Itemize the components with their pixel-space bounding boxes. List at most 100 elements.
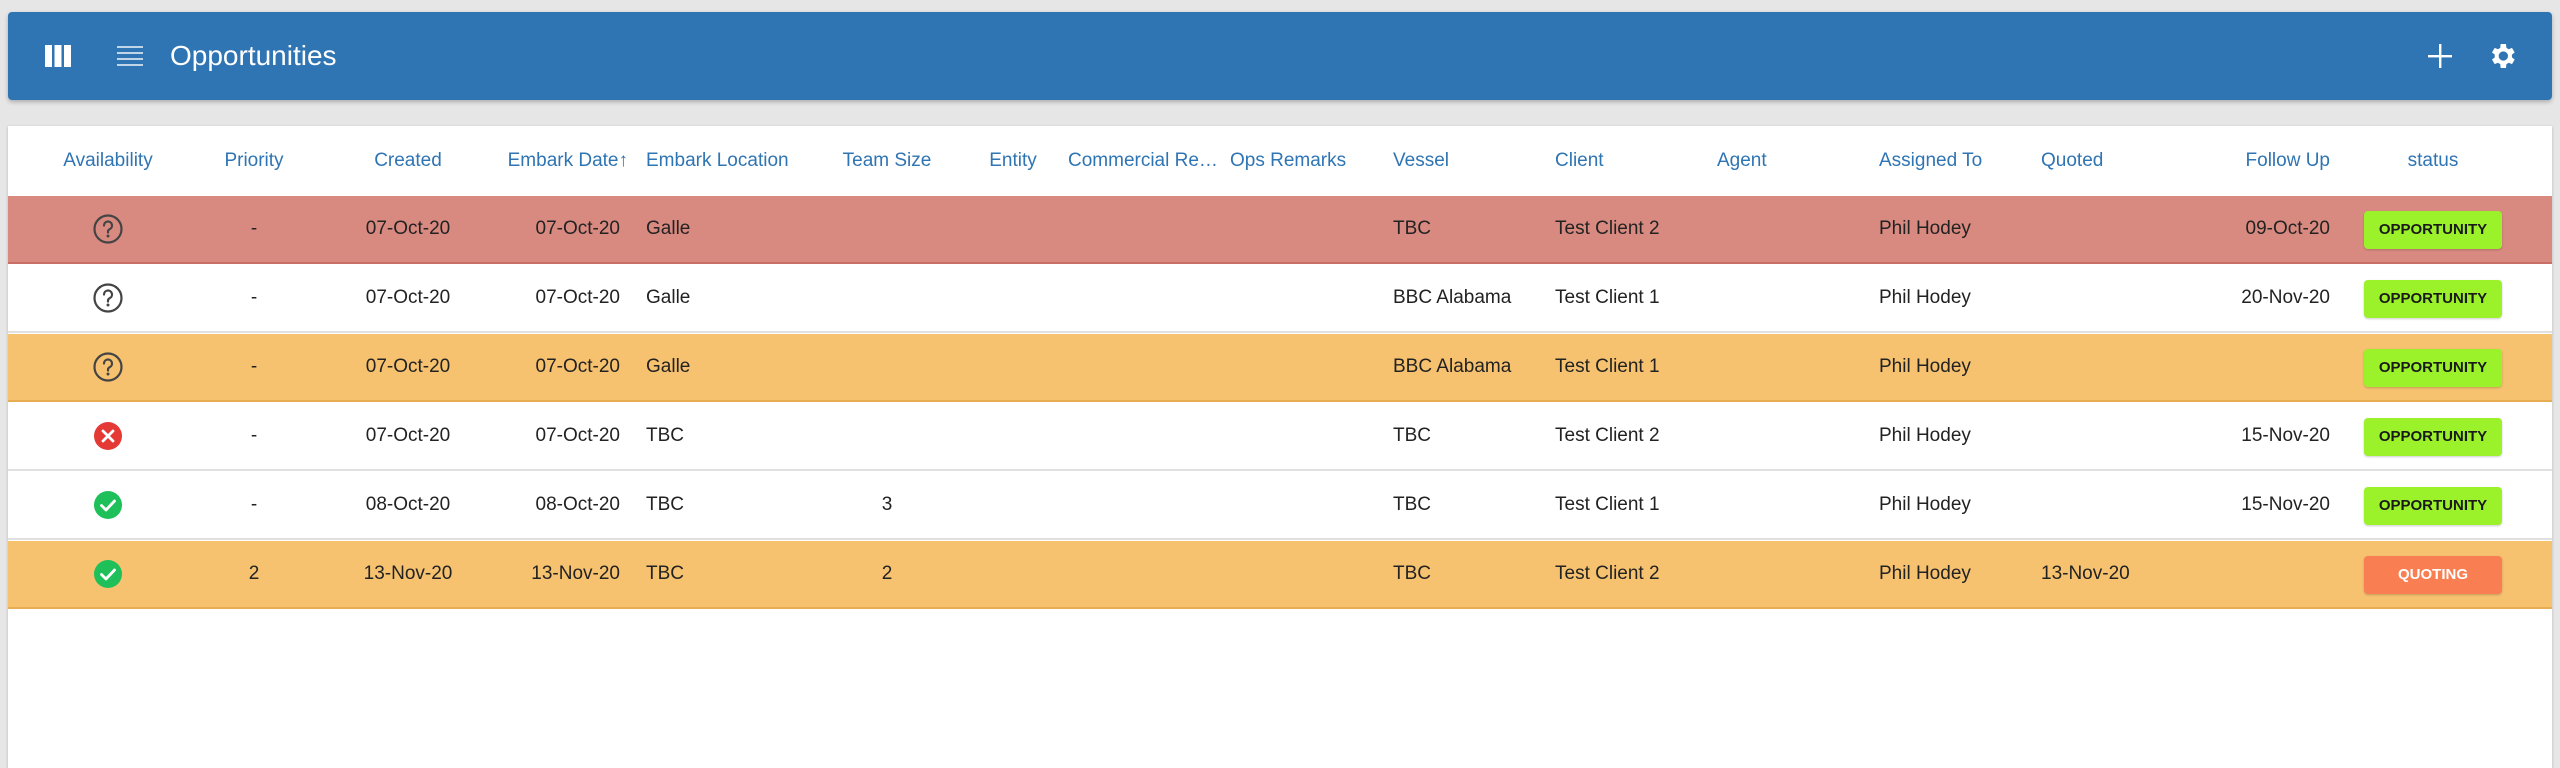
col-assigned-to[interactable]: Assigned To [1879, 126, 2039, 196]
cell-created: 08-Oct-20 [365, 494, 451, 515]
cell-client: Test Client 1 [1555, 287, 1660, 308]
status-badge[interactable]: OPPORTUNITY [2364, 487, 2502, 525]
cell-embark-location: TBC [646, 563, 684, 584]
col-entity[interactable]: Entity [968, 126, 1058, 196]
check-circle-icon [93, 490, 123, 520]
col-embark-date[interactable]: Embark Date↑ [488, 126, 628, 196]
cell-created: 07-Oct-20 [365, 356, 451, 377]
cell-follow-up: 20-Nov-20 [2241, 287, 2330, 308]
cell-vessel: BBC Alabama [1393, 356, 1512, 377]
cell-quoted [2041, 265, 2161, 331]
page-title: Opportunities [170, 40, 337, 71]
table-row[interactable]: - 07-Oct-20 07-Oct-20 Galle BBC Alabama Test … [8, 334, 2552, 402]
cell-assigned-to: Phil Hodey [1879, 494, 1971, 515]
cell-vessel: BBC Alabama [1393, 287, 1512, 308]
cell-availability [38, 334, 178, 400]
col-availability[interactable]: Availability [38, 126, 178, 196]
cell-ops-remarks [1230, 334, 1380, 400]
col-priority[interactable]: Priority [204, 126, 304, 196]
cell-priority: - [250, 494, 258, 515]
cell-ops-remarks [1230, 196, 1380, 262]
cell-embark-date: 08-Oct-20 [535, 494, 620, 515]
col-team-size[interactable]: Team Size [822, 126, 952, 196]
cell-vessel: TBC [1393, 563, 1431, 584]
x-circle-icon [93, 421, 123, 451]
cell-assigned-to: Phil Hodey [1879, 218, 1971, 239]
cell-availability [38, 541, 178, 607]
cell-client: Test Client 2 [1555, 218, 1660, 239]
table-row[interactable]: - 07-Oct-20 07-Oct-20 Galle BBC Alabama Test … [8, 265, 2552, 333]
cell-vessel: TBC [1393, 494, 1431, 515]
cell-entity [968, 472, 1058, 538]
col-client[interactable]: Client [1555, 126, 1695, 196]
col-ops-remarks[interactable]: Ops Remarks [1230, 126, 1380, 196]
table-row[interactable]: - 07-Oct-20 07-Oct-20 TBC TBC Test Client 2 Ph… [8, 403, 2552, 471]
cell-embark-date: 07-Oct-20 [535, 356, 620, 377]
status-badge[interactable]: OPPORTUNITY [2364, 211, 2502, 249]
col-embark-location[interactable]: Embark Location [646, 126, 826, 196]
col-status[interactable]: status [2364, 126, 2502, 196]
cell-created: 07-Oct-20 [365, 425, 451, 446]
cell-team-size: 2 [881, 563, 893, 584]
question-circle-icon [92, 351, 124, 383]
table-row[interactable]: 2 13-Nov-20 13-Nov-20 TBC 2 TBC Test Client 2 P… [8, 541, 2552, 609]
cell-entity [968, 403, 1058, 469]
list-view-icon[interactable] [100, 12, 160, 100]
cell-entity [968, 541, 1058, 607]
cell-embark-date: 07-Oct-20 [535, 218, 620, 239]
cell-assigned-to: Phil Hodey [1879, 425, 1971, 446]
cell-commercial-remarks [1068, 196, 1226, 262]
col-agent[interactable]: Agent [1717, 126, 1837, 196]
col-created[interactable]: Created [348, 126, 468, 196]
col-quoted[interactable]: Quoted [2041, 126, 2161, 196]
cell-team-size: 3 [881, 494, 893, 515]
table-header: Availability Priority Created Embark Dat… [8, 126, 2552, 197]
cell-agent [1717, 403, 1867, 469]
cell-team-size [822, 265, 952, 331]
status-badge[interactable]: OPPORTUNITY [2364, 418, 2502, 456]
cell-follow-up: 15-Nov-20 [2241, 494, 2330, 515]
table-row[interactable]: - 08-Oct-20 08-Oct-20 TBC 3 TBC Test Client 1 P… [8, 472, 2552, 540]
col-vessel[interactable]: Vessel [1393, 126, 1533, 196]
cell-priority: - [250, 287, 258, 308]
cell-entity [968, 196, 1058, 262]
cell-embark-date: 13-Nov-20 [531, 563, 620, 584]
cell-created: 13-Nov-20 [363, 563, 453, 584]
table-row[interactable]: - 07-Oct-20 07-Oct-20 Galle TBC Test Client 2… [8, 196, 2552, 264]
cell-agent [1717, 265, 1867, 331]
col-commercial-remarks[interactable]: Commercial Remarks [1068, 126, 1226, 196]
cell-vessel: TBC [1393, 425, 1431, 446]
cell-agent [1717, 196, 1867, 262]
cell-commercial-remarks [1068, 334, 1226, 400]
gear-icon[interactable] [2472, 12, 2532, 100]
cell-embark-date: 07-Oct-20 [535, 287, 620, 308]
cell-commercial-remarks [1068, 472, 1226, 538]
cell-embark-location: Galle [646, 356, 691, 377]
col-follow-up[interactable]: Follow Up [2158, 126, 2330, 196]
cell-assigned-to: Phil Hodey [1879, 563, 1971, 584]
opportunities-table: Availability Priority Created Embark Dat… [8, 126, 2552, 768]
cell-commercial-remarks [1068, 265, 1226, 331]
cell-vessel: TBC [1393, 218, 1431, 239]
cell-agent [1717, 334, 1867, 400]
cell-ops-remarks [1230, 403, 1380, 469]
cell-availability [38, 403, 178, 469]
cell-priority: 2 [248, 563, 260, 584]
cell-priority: - [250, 218, 258, 239]
cell-embark-location: TBC [646, 494, 684, 515]
status-badge[interactable]: QUOTING [2364, 556, 2502, 594]
status-badge[interactable]: OPPORTUNITY [2364, 280, 2502, 318]
board-view-icon[interactable] [28, 12, 88, 100]
cell-priority: - [250, 425, 258, 446]
cell-embark-location: Galle [646, 287, 691, 308]
check-circle-icon [93, 559, 123, 589]
status-badge[interactable]: OPPORTUNITY [2364, 349, 2502, 387]
cell-commercial-remarks [1068, 541, 1226, 607]
cell-quoted [2041, 472, 2161, 538]
cell-client: Test Client 1 [1555, 356, 1660, 377]
cell-team-size [822, 334, 952, 400]
cell-follow-up: 15-Nov-20 [2241, 425, 2330, 446]
add-icon[interactable] [2410, 12, 2470, 100]
question-circle-icon [92, 213, 124, 245]
cell-availability [38, 265, 178, 331]
